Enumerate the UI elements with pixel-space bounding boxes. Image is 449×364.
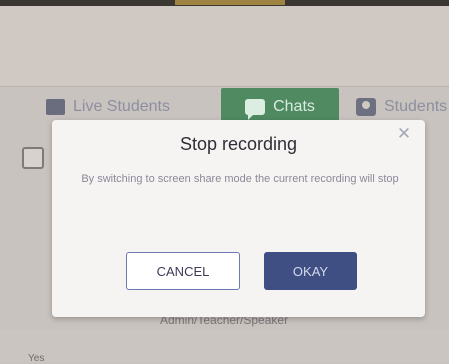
cancel-button[interactable]: CANCEL <box>126 252 240 290</box>
background-footer <box>0 330 449 362</box>
person-icon <box>356 98 376 116</box>
background-header <box>0 6 449 86</box>
close-icon[interactable]: ✕ <box>395 125 413 143</box>
top-bar-accent <box>175 0 285 5</box>
tab-live-students-label: Live Students <box>73 98 170 115</box>
okay-button[interactable]: OKAY <box>264 252 357 290</box>
divider <box>0 86 449 87</box>
select-checkbox[interactable] <box>22 147 44 169</box>
square-icon <box>46 99 65 115</box>
dialog-title: Stop recording <box>179 134 298 154</box>
tab-chats-label: Chats <box>273 98 315 115</box>
dialog-message: By switching to screen share mode the cu… <box>81 173 399 185</box>
chat-icon <box>245 99 266 120</box>
bottom-label: Yes <box>28 353 45 364</box>
tab-students-label: Students <box>384 98 448 115</box>
stop-recording-dialog: Stop recording ✕ By switching to screen … <box>52 120 425 317</box>
